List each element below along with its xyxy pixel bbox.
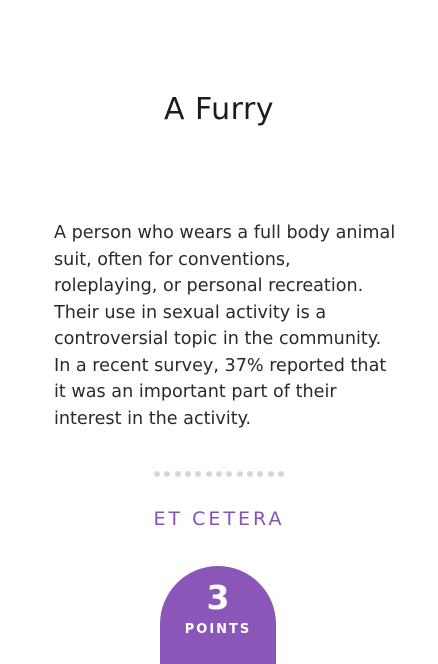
divider-dot (246, 471, 253, 477)
divider-dot (267, 471, 274, 477)
dotted-divider (154, 470, 284, 478)
points-badge: 3 POINTS (160, 566, 276, 664)
divider-dot (205, 471, 212, 477)
divider-dot (277, 471, 284, 477)
points-label: POINTS (184, 622, 252, 637)
divider-dot (195, 471, 202, 477)
divider-dot (226, 471, 233, 477)
card-title: A Furry (163, 92, 275, 127)
card-description: A person who wears a full body animal su… (54, 223, 396, 429)
divider-dot (184, 471, 191, 477)
divider-dot (257, 471, 264, 477)
category-label: ET CETERA (153, 508, 285, 530)
card: A Furry A person who wears a full body a… (0, 0, 438, 664)
points-value: 3 (206, 578, 230, 617)
divider-dot (215, 471, 222, 477)
divider-dot (154, 471, 160, 477)
divider-dot (236, 471, 243, 477)
divider-dot (164, 471, 171, 477)
divider-dot (174, 471, 181, 477)
